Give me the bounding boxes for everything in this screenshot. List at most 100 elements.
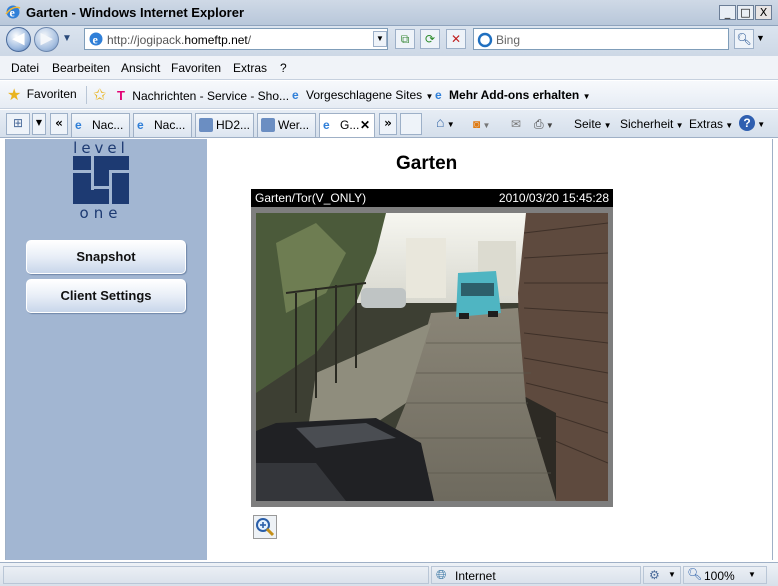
address-dropdown-button[interactable]: ▼ xyxy=(373,31,387,47)
search-button[interactable]: 🔍︎ xyxy=(734,29,754,49)
tools-menu[interactable]: Extras ▼ xyxy=(689,117,733,131)
forward-button[interactable]: ▶ xyxy=(34,27,59,52)
minimize-button[interactable]: _ xyxy=(719,5,736,20)
search-placeholder: Bing xyxy=(496,33,521,47)
client-settings-button[interactable]: Client Settings xyxy=(26,279,186,313)
add-favorites-button[interactable]: ✩ xyxy=(93,85,106,105)
menu-tools[interactable]: Extras xyxy=(233,61,267,75)
back-button[interactable]: ◀ xyxy=(6,27,31,52)
status-text-area xyxy=(3,566,429,584)
stop-icon: ✕ xyxy=(450,32,462,46)
refresh-button[interactable]: ⟳ xyxy=(420,29,440,49)
close-window-button[interactable]: X xyxy=(755,5,772,20)
fav-link-telekom[interactable]: T Nachrichten - Service - Sho... xyxy=(117,88,289,103)
chevron-down-icon: ▼ xyxy=(425,92,434,101)
security-zone[interactable]: 🌐︎ Internet xyxy=(431,566,641,584)
read-mail-button[interactable]: ✉ xyxy=(511,117,521,131)
chevron-down-icon: ▼ xyxy=(582,92,591,101)
help-button[interactable]: ? ▼ xyxy=(739,115,765,131)
camera-name: Garten/Tor(V_ONLY) xyxy=(255,191,367,205)
mail-icon: ✉ xyxy=(511,117,522,131)
zoom-magnifier-icon: 🔍︎ xyxy=(687,567,703,581)
feeds-button[interactable]: ◙ ▼ xyxy=(473,117,490,131)
printer-icon: ⎙ xyxy=(534,117,544,131)
stop-button[interactable]: ✕ xyxy=(446,29,466,49)
tab-4[interactable]: Wer... xyxy=(257,113,316,137)
chevron-down-icon: ▼ xyxy=(668,570,676,579)
address-toolbar: ◀ ▶ ▼ e http://jogipack.homeftp.net/ ▼ ⧉… xyxy=(0,26,778,56)
page-title: Garten xyxy=(396,153,458,174)
favorites-button[interactable]: ★ Favoriten xyxy=(7,85,77,105)
menu-file[interactable]: Datei xyxy=(11,61,39,75)
print-button[interactable]: ⎙ ▼ xyxy=(534,117,554,132)
camera-timestamp: 2010/03/20 15:45:28 xyxy=(498,191,609,205)
page-ie-icon: e xyxy=(89,32,103,47)
tab-3[interactable]: HD2... xyxy=(195,113,254,137)
tab-2[interactable]: e Nac... xyxy=(133,113,192,137)
tab-5-active[interactable]: e G... ✕ xyxy=(319,113,375,137)
tab-camera-icon xyxy=(261,118,275,132)
tab-row: ⊞ ▼ « e Nac... e Nac... HD2... Wer... e … xyxy=(0,110,778,138)
search-box[interactable]: Bing xyxy=(473,28,729,50)
protected-mode-button[interactable]: ⚙ ▼ xyxy=(643,566,681,584)
forward-arrow-icon: ▶ xyxy=(40,30,53,47)
back-arrow-icon: ◀ xyxy=(12,30,25,47)
menu-favorites[interactable]: Favoriten xyxy=(171,61,221,75)
logo-grid-icon xyxy=(73,156,129,204)
compatibility-icon: ⧉ xyxy=(400,32,410,46)
compatibility-view-button[interactable]: ⧉ xyxy=(395,29,415,49)
menu-help[interactable]: ? xyxy=(280,61,287,75)
camera-header: Garten/Tor(V_ONLY) 2010/03/20 15:45:28 xyxy=(251,189,613,207)
page-viewport: level one Snapshot Client Settings Garte… xyxy=(5,139,773,560)
zoom-in-button[interactable] xyxy=(253,515,277,539)
magnifier-zoom-icon xyxy=(256,518,275,537)
quick-tabs-button[interactable]: ⊞ xyxy=(6,113,30,135)
logo-text-top: level xyxy=(73,139,129,157)
refresh-icon: ⟳ xyxy=(424,32,436,46)
tab-ie-icon: e xyxy=(75,118,82,132)
camera-video-frame[interactable] xyxy=(251,207,613,507)
help-icon: ? xyxy=(739,115,755,131)
addons-ie-icon: e xyxy=(435,88,442,102)
bing-icon xyxy=(477,32,493,48)
close-tab-icon[interactable]: ✕ xyxy=(360,114,370,136)
menu-view[interactable]: Ansicht xyxy=(121,61,160,75)
menu-edit[interactable]: Bearbeiten xyxy=(52,61,110,75)
fav-suggested-sites[interactable]: e Vorgeschlagene Sites ▼ xyxy=(292,88,433,102)
tabs-scroll-left[interactable]: « xyxy=(50,113,68,135)
chevron-down-icon: ▼ xyxy=(748,570,756,579)
recent-pages-dropdown[interactable]: ▼ xyxy=(62,33,72,44)
favorites-divider xyxy=(86,86,87,104)
home-button[interactable]: ⌂ ▼ xyxy=(436,114,455,130)
address-bar[interactable]: e http://jogipack.homeftp.net/ ▼ xyxy=(84,28,388,50)
globe-icon: 🌐︎ xyxy=(436,567,447,582)
levelone-logo: level one xyxy=(70,139,132,222)
window-title-bar: e Garten - Windows Internet Explorer _ □… xyxy=(0,0,778,26)
tab-list-dropdown[interactable]: ▼ xyxy=(32,113,46,135)
protected-mode-icon: ⚙ xyxy=(649,568,660,582)
search-options-dropdown[interactable]: ▼ xyxy=(756,33,765,43)
add-favorite-star-icon: ✩ xyxy=(93,87,107,104)
telekom-icon: T xyxy=(117,88,125,103)
search-icon: 🔍︎ xyxy=(736,32,752,46)
tab-camera-icon xyxy=(199,118,213,132)
tab-ie-icon: e xyxy=(137,118,144,132)
fav-get-addons[interactable]: e Mehr Add-ons erhalten ▼ xyxy=(435,88,591,102)
safety-menu[interactable]: Sicherheit ▼ xyxy=(620,117,684,131)
tab-ie-icon: e xyxy=(323,118,330,132)
suggested-sites-ie-icon: e xyxy=(292,88,299,102)
menu-bar: Datei Bearbeiten Ansicht Favoriten Extra… xyxy=(0,56,778,80)
page-menu[interactable]: Seite ▼ xyxy=(574,117,612,131)
window-title: Garten - Windows Internet Explorer xyxy=(26,5,245,20)
sidebar: level one Snapshot Client Settings xyxy=(6,139,207,560)
zoom-level-button[interactable]: 🔍︎ 100% ▼ xyxy=(683,566,767,584)
quick-tabs-grid-icon: ⊞ xyxy=(12,116,24,130)
tabs-scroll-right[interactable]: » xyxy=(379,113,397,135)
new-tab-button[interactable] xyxy=(400,113,422,135)
svg-text:e: e xyxy=(93,33,99,47)
snapshot-button[interactable]: Snapshot xyxy=(26,240,186,274)
tab-1[interactable]: e Nac... xyxy=(71,113,130,137)
favorites-star-icon: ★ xyxy=(7,87,22,104)
maximize-button[interactable]: □ xyxy=(737,5,754,20)
favorites-bar: ★ Favoriten ✩ T Nachrichten - Service - … xyxy=(0,81,778,109)
